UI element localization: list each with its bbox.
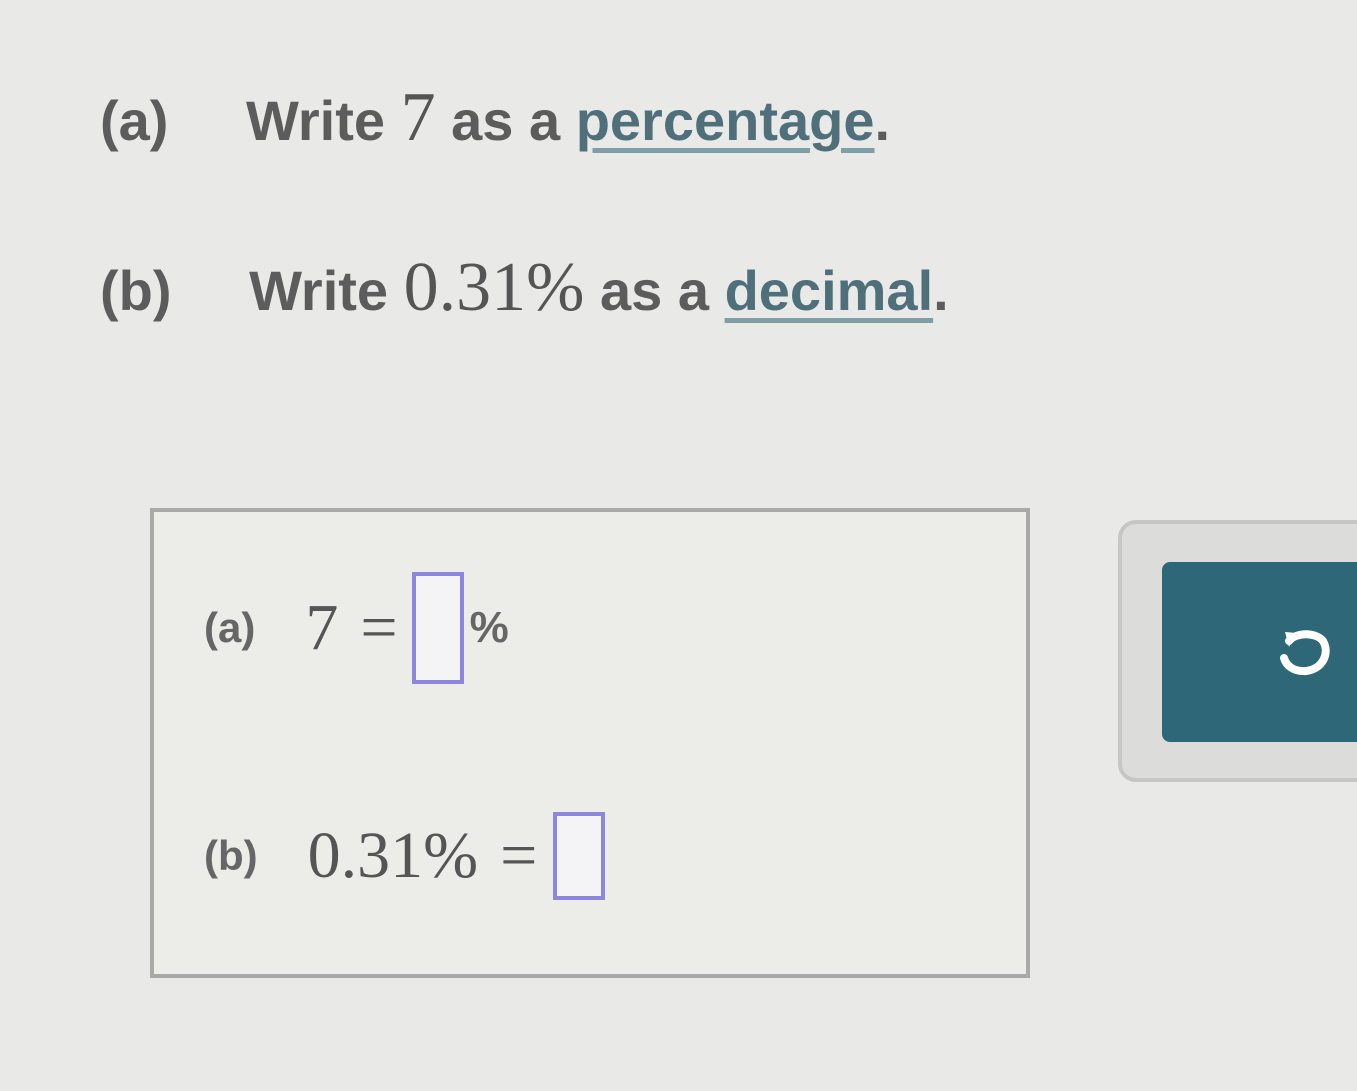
question-b-value: 0.31%	[403, 249, 585, 326]
answer-b-input[interactable]	[553, 812, 606, 900]
answer-b-label: (b)	[204, 832, 258, 879]
undo-button[interactable]	[1162, 562, 1357, 742]
answer-a-equals: =	[360, 591, 398, 664]
percentage-link[interactable]: percentage	[576, 89, 875, 152]
answer-row-b: (b) 0.31% =	[204, 812, 606, 900]
answer-b-left: 0.31%	[307, 819, 479, 892]
answer-a-unit: %	[469, 603, 509, 652]
answer-b-equals: =	[500, 819, 538, 892]
decimal-link[interactable]: decimal	[725, 259, 934, 322]
question-b: (b) Write 0.31% as a decimal.	[100, 248, 949, 328]
answer-panel: (a) 7 = % (b) 0.31% =	[150, 508, 1030, 978]
answer-a-label: (a)	[204, 604, 256, 651]
question-b-label: (b)	[100, 259, 172, 322]
question-a-suffix: .	[874, 89, 891, 152]
answer-a-left: 7	[305, 591, 339, 664]
question-a: (a) Write 7 as a percentage.	[100, 78, 890, 158]
question-a-label: (a)	[100, 89, 169, 152]
question-b-middle: as a	[600, 259, 710, 322]
question-a-prefix: Write	[246, 89, 386, 152]
question-a-middle: as a	[451, 89, 561, 152]
answer-a-input[interactable]	[411, 572, 464, 684]
question-b-suffix: .	[933, 259, 949, 322]
question-b-prefix: Write	[249, 259, 389, 322]
question-a-value: 7	[400, 79, 436, 156]
answer-row-a: (a) 7 = %	[204, 572, 509, 684]
undo-icon	[1280, 630, 1330, 676]
